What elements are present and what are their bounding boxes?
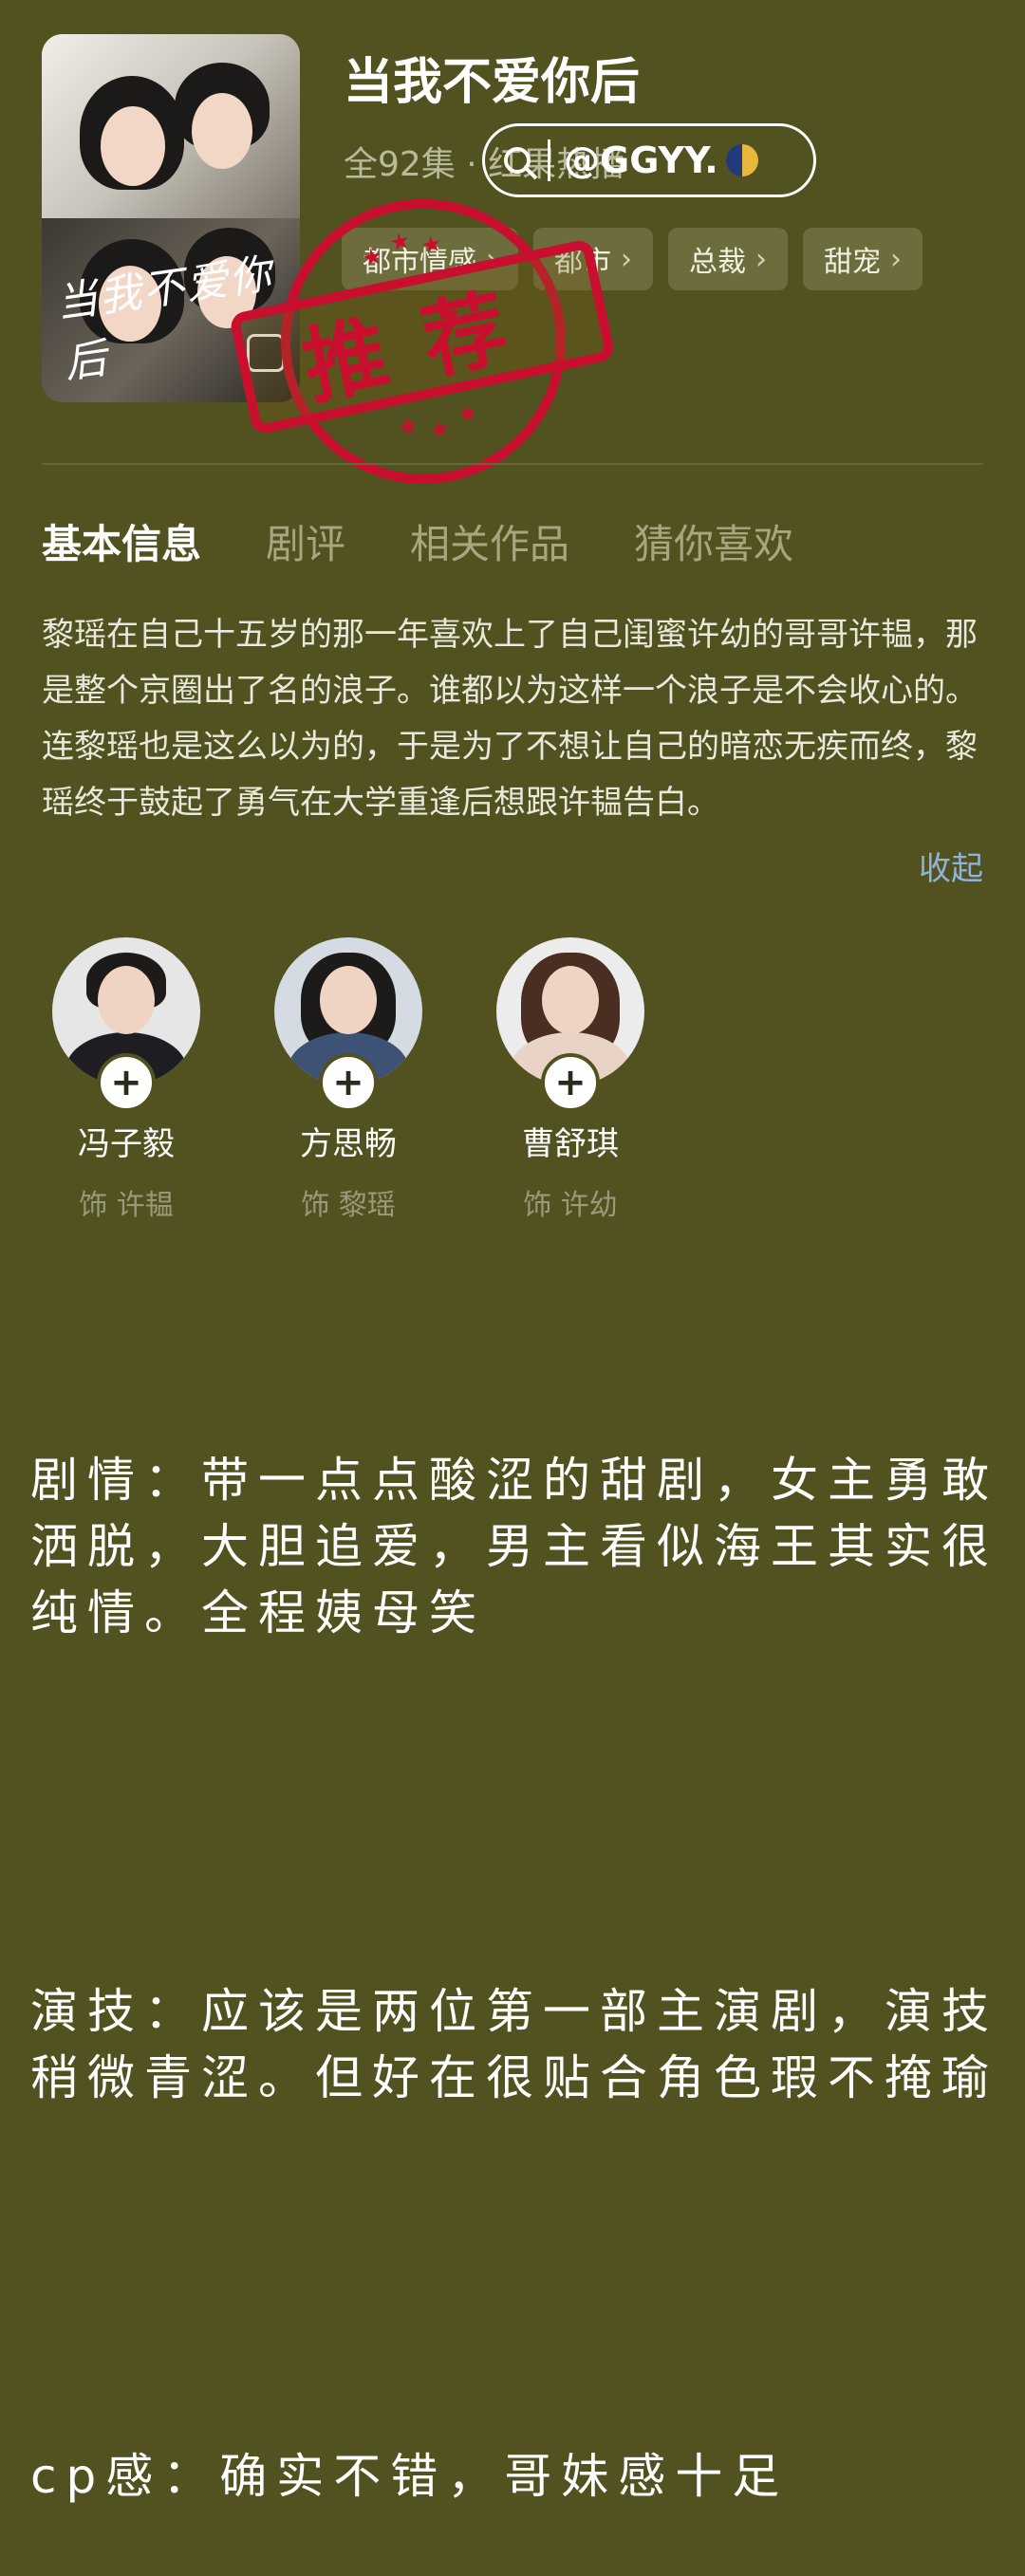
cast-item[interactable]: + 方思畅 饰 黎瑶 <box>274 937 422 1223</box>
tab-recommendations[interactable]: 猜你喜欢 <box>634 512 793 570</box>
review-cp: cp感：确实不错，哥妹感十足 <box>30 2449 790 2504</box>
actor-role: 饰 许韫 <box>79 1189 174 1222</box>
actor-name: 冯子毅 <box>78 1125 175 1163</box>
watermark-badge: @GGYY. <box>482 123 816 197</box>
section-divider <box>42 463 983 465</box>
chevron-right-icon: › <box>890 242 902 276</box>
tab-basic-info[interactable]: 基本信息 <box>42 512 201 570</box>
synopsis-text: 黎瑶在自己十五岁的那一年喜欢上了自己闺蜜许幼的哥哥许韫，那是整个京圈出了名的浪子… <box>42 616 978 822</box>
avatar-face <box>320 966 377 1034</box>
watermark-handle: @GGYY. <box>564 139 718 181</box>
follow-button[interactable]: + <box>97 1053 156 1112</box>
tab-related-works[interactable]: 相关作品 <box>410 512 569 570</box>
actor-role: 饰 黎瑶 <box>301 1189 396 1222</box>
tag-label: 总裁 <box>689 246 746 279</box>
moon-icon <box>725 144 758 176</box>
tag-ceo[interactable]: 总裁 › <box>668 228 788 290</box>
watermark-divider <box>548 139 550 181</box>
cast-item[interactable]: + 曹舒琪 饰 许幼 <box>496 937 644 1223</box>
tab-reviews[interactable]: 剧评 <box>266 512 345 570</box>
review-notes: 剧情：带一点点酸涩的甜剧，女主勇敢洒脱，大胆追爱，男主看似海王其实很纯情。全程姨… <box>30 1314 1008 2576</box>
avatar-face <box>542 966 599 1034</box>
actor-role: 饰 许幼 <box>523 1189 618 1222</box>
poster-top-panel <box>42 34 300 218</box>
detail-tabs: 基本信息 剧评 相关作品 猜你喜欢 <box>42 512 793 570</box>
review-acting: 演技：应该是两位第一部主演剧，演技稍微青涩。但好在很贴合角色瑕不掩瑜 <box>30 1984 998 2105</box>
cast-list: + 冯子毅 饰 许韫 + 方思畅 饰 黎瑶 + 曹舒琪 饰 许幼 <box>52 937 644 1223</box>
review-spacer <box>30 1779 1008 1845</box>
poster-face <box>101 106 165 186</box>
review-plot: 剧情：带一点点酸涩的甜剧，女主勇敢洒脱，大胆追爱，男主看似海王其实很纯情。全程姨… <box>30 1453 998 1640</box>
avatar-face <box>98 966 155 1034</box>
search-icon <box>504 147 531 174</box>
collapse-link[interactable]: 收起 <box>919 843 983 889</box>
cast-item[interactable]: + 冯子毅 饰 许韫 <box>52 937 200 1223</box>
chevron-right-icon: › <box>755 242 767 276</box>
drama-title: 当我不爱你后 <box>344 54 641 111</box>
actor-name: 曹舒琪 <box>522 1125 619 1163</box>
follow-button[interactable]: + <box>319 1053 378 1112</box>
actor-name: 方思畅 <box>300 1125 397 1163</box>
follow-button[interactable]: + <box>541 1053 600 1112</box>
poster-face <box>192 93 252 169</box>
review-spacer <box>30 2244 1008 2310</box>
tag-sweet[interactable]: 甜宠 › <box>803 228 922 290</box>
chevron-right-icon: › <box>621 242 632 276</box>
tag-label: 甜宠 <box>824 246 881 279</box>
